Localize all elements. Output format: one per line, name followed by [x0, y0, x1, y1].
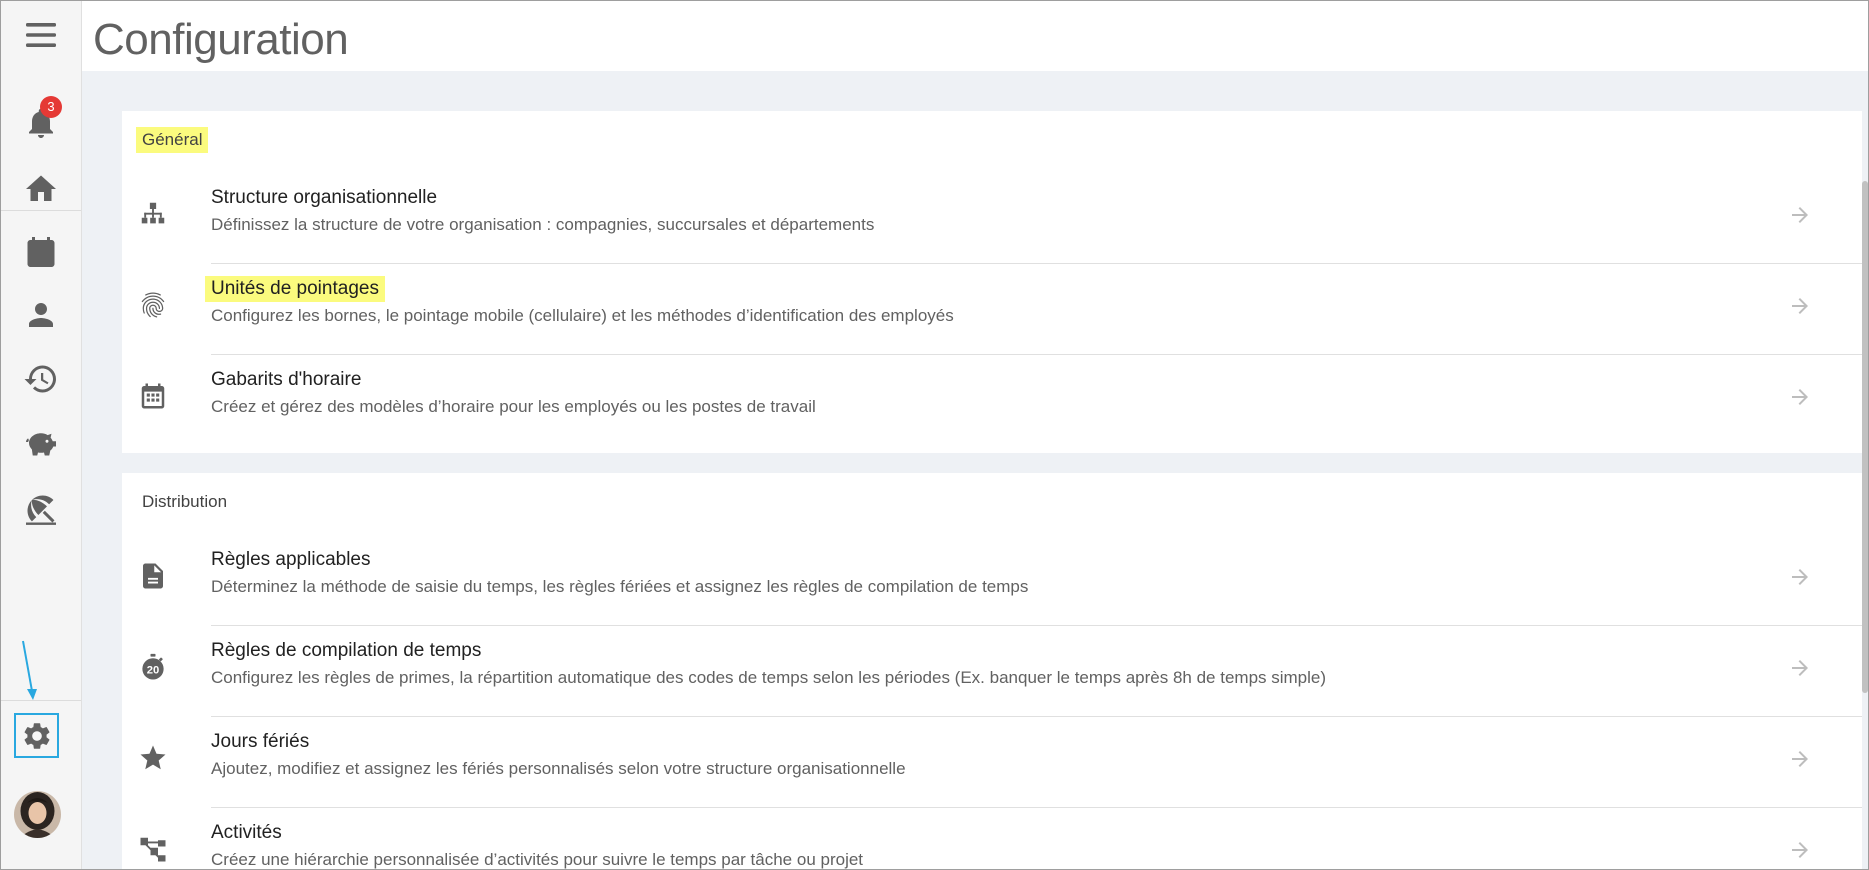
hierarchy-icon	[138, 834, 168, 864]
list-item-gabarits-horaire[interactable]: Gabarits d'horaire Créez et gérez des mo…	[122, 355, 1862, 446]
section-title: Général	[136, 127, 209, 153]
person-icon[interactable]	[1, 285, 81, 345]
history-icon[interactable]	[1, 349, 81, 409]
section-distribution: Distribution Règles applicables Détermin…	[122, 473, 1862, 869]
list-item-structure-organisationnelle[interactable]: Structure organisationnelle Définissez l…	[122, 173, 1862, 264]
calendar-icon[interactable]	[1, 222, 81, 282]
list-item-activites[interactable]: Activités Créez une hiérarchie personnal…	[122, 808, 1862, 869]
gear-icon	[24, 722, 49, 749]
main-content: Général Structure organisationnelle Défi…	[82, 71, 1868, 869]
avatar[interactable]	[14, 791, 61, 838]
section-title: Distribution	[142, 492, 228, 511]
list-item-description: Créez et gérez des modèles d’horaire pou…	[211, 397, 816, 416]
list-item-title: Règles de compilation de temps	[211, 640, 482, 661]
app-window: 3 Configuration Général Structure organi…	[0, 0, 1869, 870]
list-item-jours-feries[interactable]: Jours fériés Ajoutez, modifiez et assign…	[122, 717, 1862, 808]
calendar-grid-icon	[138, 381, 168, 411]
sidebar-divider	[1, 210, 81, 211]
settings-button[interactable]	[14, 713, 59, 758]
list-item-description: Configurez les bornes, le pointage mobil…	[211, 306, 954, 325]
stopwatch-20-icon: 20	[138, 652, 168, 682]
arrow-right-icon	[1788, 656, 1812, 680]
menu-icon[interactable]	[1, 5, 81, 65]
star-icon	[138, 743, 168, 773]
list-item-regles-compilation[interactable]: 20 Règles de compilation de temps Config…	[122, 626, 1862, 717]
list-item-unites-de-pointages[interactable]: Unités de pointages Configurez les borne…	[122, 264, 1862, 355]
sidebar-divider	[1, 700, 81, 701]
org-chart-icon	[138, 199, 168, 229]
list-item-title: Structure organisationnelle	[211, 187, 438, 208]
list-item-description: Configurez les règles de primes, la répa…	[211, 668, 1327, 687]
notification-badge: 3	[40, 96, 62, 118]
list-item-title: Unités de pointages	[205, 276, 385, 302]
list-item-title: Activités	[211, 822, 282, 843]
sidebar: 3	[1, 1, 82, 869]
list-item-regles-applicables[interactable]: Règles applicables Déterminez la méthode…	[122, 535, 1862, 626]
svg-text:20: 20	[147, 664, 160, 676]
arrow-right-icon	[1788, 565, 1812, 589]
arrow-right-icon	[1788, 747, 1812, 771]
list-item-description: Créez une hiérarchie personnalisée d’act…	[211, 850, 864, 869]
pointer-arrow-icon	[22, 640, 37, 700]
scrollbar[interactable]	[1862, 181, 1868, 693]
page-header: Configuration	[82, 1, 1868, 71]
fingerprint-icon	[138, 290, 168, 320]
list-item-title: Règles applicables	[211, 549, 371, 570]
section-general: Général Structure organisationnelle Défi…	[122, 111, 1862, 453]
list-item-title: Gabarits d'horaire	[211, 369, 362, 390]
list-item-description: Ajoutez, modifiez et assignez les fériés…	[211, 759, 906, 778]
page-title: Configuration	[93, 15, 349, 64]
piggy-bank-icon[interactable]	[1, 415, 81, 475]
document-icon	[138, 561, 168, 591]
list-item-description: Déterminez la méthode de saisie du temps…	[211, 577, 1029, 596]
arrow-right-icon	[1788, 294, 1812, 318]
list-item-title: Jours fériés	[211, 731, 310, 752]
arrow-right-icon	[1788, 838, 1812, 862]
list-item-description: Définissez la structure de votre organis…	[211, 215, 875, 234]
arrow-right-icon	[1788, 385, 1812, 409]
beach-umbrella-icon[interactable]	[1, 479, 81, 539]
arrow-right-icon	[1788, 203, 1812, 227]
